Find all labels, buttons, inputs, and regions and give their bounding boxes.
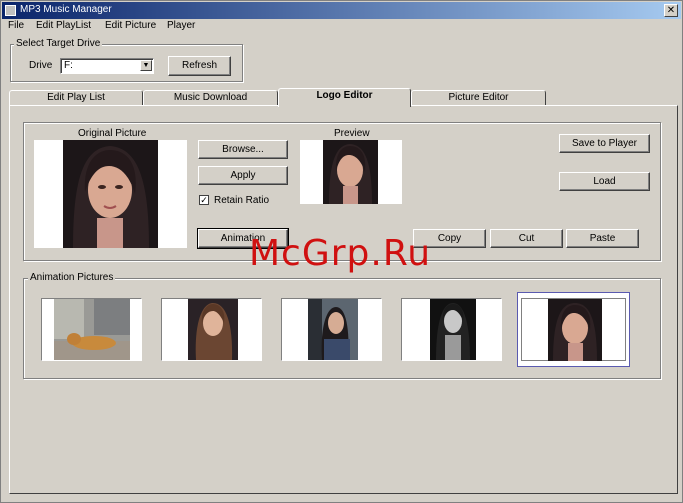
woman-closeup-photo	[548, 299, 602, 361]
menu-edit-playlist[interactable]: Edit PlayList	[36, 20, 91, 31]
original-picture-label: Original Picture	[78, 128, 147, 139]
save-to-player-button[interactable]: Save to Player	[559, 134, 650, 153]
close-button[interactable]: ✕	[664, 4, 678, 17]
drive-select[interactable]: F: ▼	[60, 58, 154, 74]
paste-button[interactable]: Paste	[566, 229, 639, 248]
tab-logo-editor[interactable]: Logo Editor	[278, 88, 411, 107]
browse-button[interactable]: Browse...	[198, 140, 288, 159]
menu-edit-picture[interactable]: Edit Picture	[105, 20, 156, 31]
menu-bar: File Edit PlayList Edit Picture Player	[2, 19, 681, 34]
app-icon	[5, 5, 16, 16]
retain-ratio-checkbox[interactable]: ✓	[199, 195, 209, 205]
woman-bw-photo	[430, 299, 476, 360]
tab-music-download[interactable]: Music Download	[143, 90, 278, 106]
tab-edit-play-list[interactable]: Edit Play List	[9, 90, 143, 106]
apply-button[interactable]: Apply	[198, 166, 288, 185]
preview-label: Preview	[334, 128, 370, 139]
menu-file[interactable]: File	[8, 20, 24, 31]
refresh-button[interactable]: Refresh	[168, 56, 231, 76]
tab-picture-editor[interactable]: Picture Editor	[411, 90, 546, 106]
preview-frame	[300, 140, 402, 204]
drive-group-label: Select Target Drive	[14, 38, 103, 49]
street-dog-photo	[54, 299, 130, 360]
original-picture-frame	[34, 140, 187, 248]
animation-thumbnail[interactable]	[41, 298, 142, 361]
animation-group-label: Animation Pictures	[28, 272, 116, 283]
menu-player[interactable]: Player	[167, 20, 195, 31]
original-portrait-photo	[63, 140, 158, 248]
retain-ratio-label: Retain Ratio	[214, 195, 270, 206]
watermark: McGrp.Ru	[249, 233, 432, 274]
app-window: MP3 Music Manager ✕ File Edit PlayList E…	[0, 0, 683, 503]
window-title: MP3 Music Manager	[20, 4, 112, 15]
animation-thumbnail[interactable]	[161, 298, 262, 361]
preview-portrait-photo	[323, 140, 378, 204]
woman-portrait-photo	[188, 299, 238, 360]
thumbnail-frame	[521, 298, 626, 361]
drive-value: F:	[64, 60, 73, 71]
animation-thumbnail[interactable]	[281, 298, 382, 361]
drive-label: Drive	[29, 60, 53, 71]
load-button[interactable]: Load	[559, 172, 650, 191]
cut-button[interactable]: Cut	[490, 229, 563, 248]
woman-street-photo	[308, 299, 358, 360]
animation-thumbnail[interactable]	[401, 298, 502, 361]
animation-thumbnail-selected[interactable]	[517, 292, 630, 367]
title-bar[interactable]: MP3 Music Manager ✕	[2, 2, 681, 19]
chevron-down-icon[interactable]: ▼	[140, 60, 152, 71]
